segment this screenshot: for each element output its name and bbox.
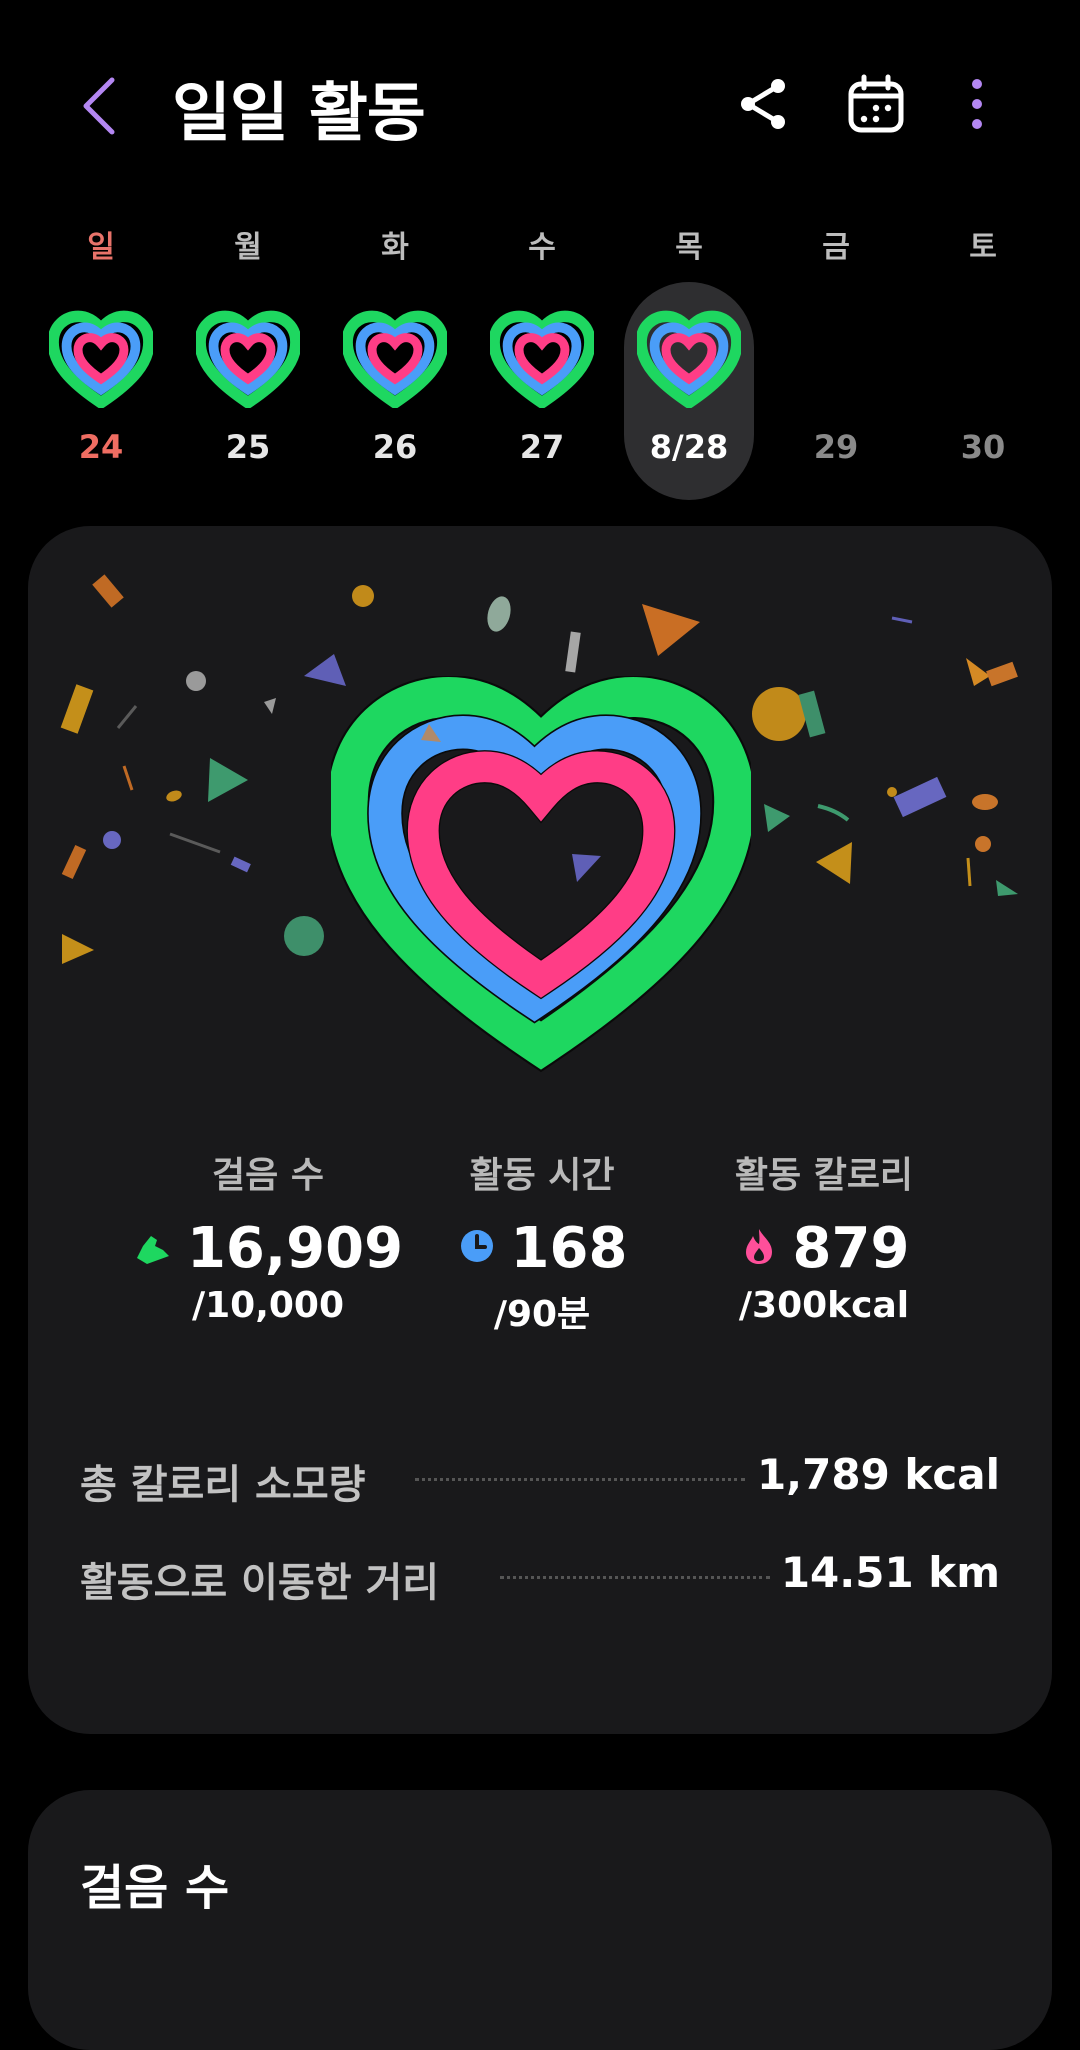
steps-label: 걸음 수 — [212, 1155, 324, 1196]
week-selector: 일 24 월 25 화 26 수 27 목 8/28 금 29 토 30 — [0, 210, 1080, 510]
day-of-week: 목 — [675, 230, 703, 265]
dotted-leader — [500, 1576, 770, 1579]
day-date: 26 — [372, 428, 418, 466]
active-calories-label: 활동 칼로리 — [734, 1155, 914, 1196]
more-options-button[interactable] — [950, 72, 998, 136]
day-friday[interactable]: 금 29 — [770, 210, 902, 510]
day-date: 24 — [78, 428, 124, 466]
active-time-goal: /90분 — [493, 1294, 591, 1335]
distance-label: 활동으로 이동한 거리 — [80, 1560, 440, 1606]
steps-value: 16,909 — [186, 1216, 404, 1281]
day-saturday[interactable]: 토 30 — [917, 210, 1049, 510]
activity-heart-icon — [490, 310, 594, 408]
steps-card-title: 걸음 수 — [80, 1860, 230, 1916]
day-date: 8/28 — [649, 428, 729, 466]
steps-goal: /10,000 — [191, 1285, 345, 1326]
active-calories-goal: /300kcal — [738, 1285, 910, 1326]
top-app-bar: 일일 활동 — [0, 0, 1080, 200]
total-calories-label: 총 칼로리 소모량 — [80, 1462, 366, 1508]
day-date: 25 — [225, 428, 271, 466]
active-calories-stat[interactable]: 활동 칼로리 879 /300kcal — [674, 1146, 974, 1326]
distance-value: 14.51 km — [780, 1548, 1000, 1597]
day-date: 27 — [519, 428, 565, 466]
day-of-week: 화 — [381, 230, 409, 265]
shoe-icon — [136, 1235, 169, 1264]
active-calories-value: 879 — [792, 1216, 910, 1281]
dotted-leader — [415, 1478, 745, 1481]
steps-card[interactable]: 걸음 수 — [28, 1790, 1052, 2050]
daily-activity-card: 걸음 수 16,909 /10,000 활동 시간 168 /90분 활동 칼로… — [28, 526, 1052, 1734]
day-of-week: 월 — [234, 230, 262, 265]
activity-rings-heart — [331, 676, 751, 1078]
activity-heart-icon — [196, 310, 300, 408]
share-button[interactable] — [732, 72, 796, 136]
flame-icon — [745, 1228, 772, 1264]
share-icon — [741, 79, 785, 129]
active-time-value: 168 — [510, 1216, 628, 1281]
page-title: 일일 활동 — [172, 77, 426, 151]
day-sunday[interactable]: 일 24 — [35, 210, 167, 510]
day-monday[interactable]: 월 25 — [182, 210, 314, 510]
calendar-button[interactable] — [844, 72, 908, 136]
active-time-label: 활동 시간 — [469, 1155, 615, 1196]
calendar-icon — [848, 74, 904, 133]
total-calories-row[interactable]: 총 칼로리 소모량 1,789 kcal — [80, 1446, 1000, 1508]
activity-heart-icon — [49, 310, 153, 408]
back-button[interactable] — [72, 70, 132, 142]
clock-icon — [460, 1229, 493, 1262]
day-date: 29 — [813, 428, 859, 466]
active-time-stat[interactable]: 활동 시간 168 /90분 — [392, 1146, 692, 1337]
day-tuesday[interactable]: 화 26 — [329, 210, 461, 510]
steps-stat[interactable]: 걸음 수 16,909 /10,000 — [118, 1146, 418, 1326]
activity-heart-icon — [637, 310, 741, 408]
chevron-left-icon — [83, 77, 115, 135]
day-date: 30 — [960, 428, 1006, 466]
day-wednesday[interactable]: 수 27 — [476, 210, 608, 510]
day-of-week: 수 — [528, 230, 556, 265]
activity-heart-icon — [343, 310, 447, 408]
total-calories-value: 1,789 kcal — [756, 1450, 1000, 1499]
day-thursday-selected[interactable]: 목 8/28 — [623, 210, 755, 510]
day-of-week: 토 — [969, 230, 997, 265]
day-of-week: 일 — [87, 230, 115, 265]
day-of-week: 금 — [822, 230, 850, 265]
more-vertical-icon — [972, 79, 982, 129]
distance-row[interactable]: 활동으로 이동한 거리 14.51 km — [80, 1544, 1000, 1606]
